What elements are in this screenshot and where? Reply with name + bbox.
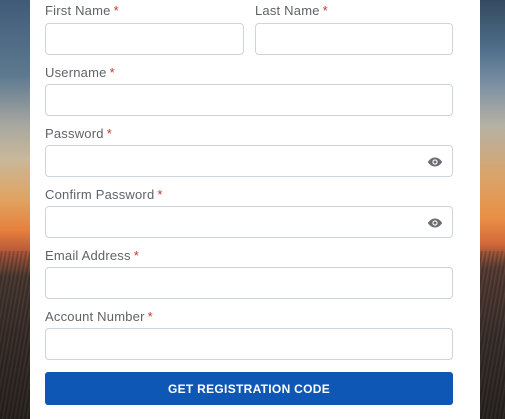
username-label-text: Username — [45, 65, 107, 80]
username-label: Username * — [45, 65, 115, 80]
password-field[interactable] — [45, 145, 453, 177]
required-marker: * — [157, 187, 163, 202]
account-number-input[interactable] — [46, 329, 452, 359]
last-name-input[interactable] — [256, 24, 452, 54]
email-field[interactable] — [45, 267, 453, 299]
confirm-password-field[interactable] — [45, 206, 453, 238]
registration-screen: First Name * Last Name * Username * Passwor… — [0, 0, 505, 419]
password-input[interactable] — [46, 146, 452, 176]
required-marker: * — [147, 309, 153, 324]
account-number-label: Account Number * — [45, 309, 153, 324]
eye-icon[interactable] — [427, 216, 443, 230]
required-marker: * — [109, 65, 115, 80]
confirm-password-input[interactable] — [46, 207, 452, 237]
background-landscape-left — [0, 0, 30, 419]
first-name-label: First Name * — [45, 3, 119, 18]
email-input[interactable] — [46, 268, 452, 298]
account-number-label-text: Account Number — [45, 309, 145, 324]
last-name-field[interactable] — [255, 23, 453, 55]
get-registration-code-button[interactable]: GET REGISTRATION CODE — [45, 372, 453, 405]
required-marker: * — [133, 248, 139, 263]
first-name-label-text: First Name — [45, 3, 111, 18]
first-name-field[interactable] — [45, 23, 244, 55]
username-input[interactable] — [46, 85, 452, 115]
eye-icon[interactable] — [427, 155, 443, 169]
email-label-text: Email Address — [45, 248, 131, 263]
background-landscape-right — [480, 0, 505, 419]
confirm-password-label: Confirm Password * — [45, 187, 163, 202]
confirm-password-label-text: Confirm Password — [45, 187, 155, 202]
required-marker: * — [322, 3, 328, 18]
first-name-input[interactable] — [46, 24, 243, 54]
username-field[interactable] — [45, 84, 453, 116]
password-label-text: Password — [45, 126, 104, 141]
last-name-label-text: Last Name — [255, 3, 320, 18]
required-marker: * — [113, 3, 119, 18]
email-label: Email Address * — [45, 248, 139, 263]
required-marker: * — [106, 126, 112, 141]
password-label: Password * — [45, 126, 112, 141]
last-name-label: Last Name * — [255, 3, 328, 18]
account-number-field[interactable] — [45, 328, 453, 360]
registration-form-card: First Name * Last Name * Username * Passwor… — [30, 0, 480, 419]
